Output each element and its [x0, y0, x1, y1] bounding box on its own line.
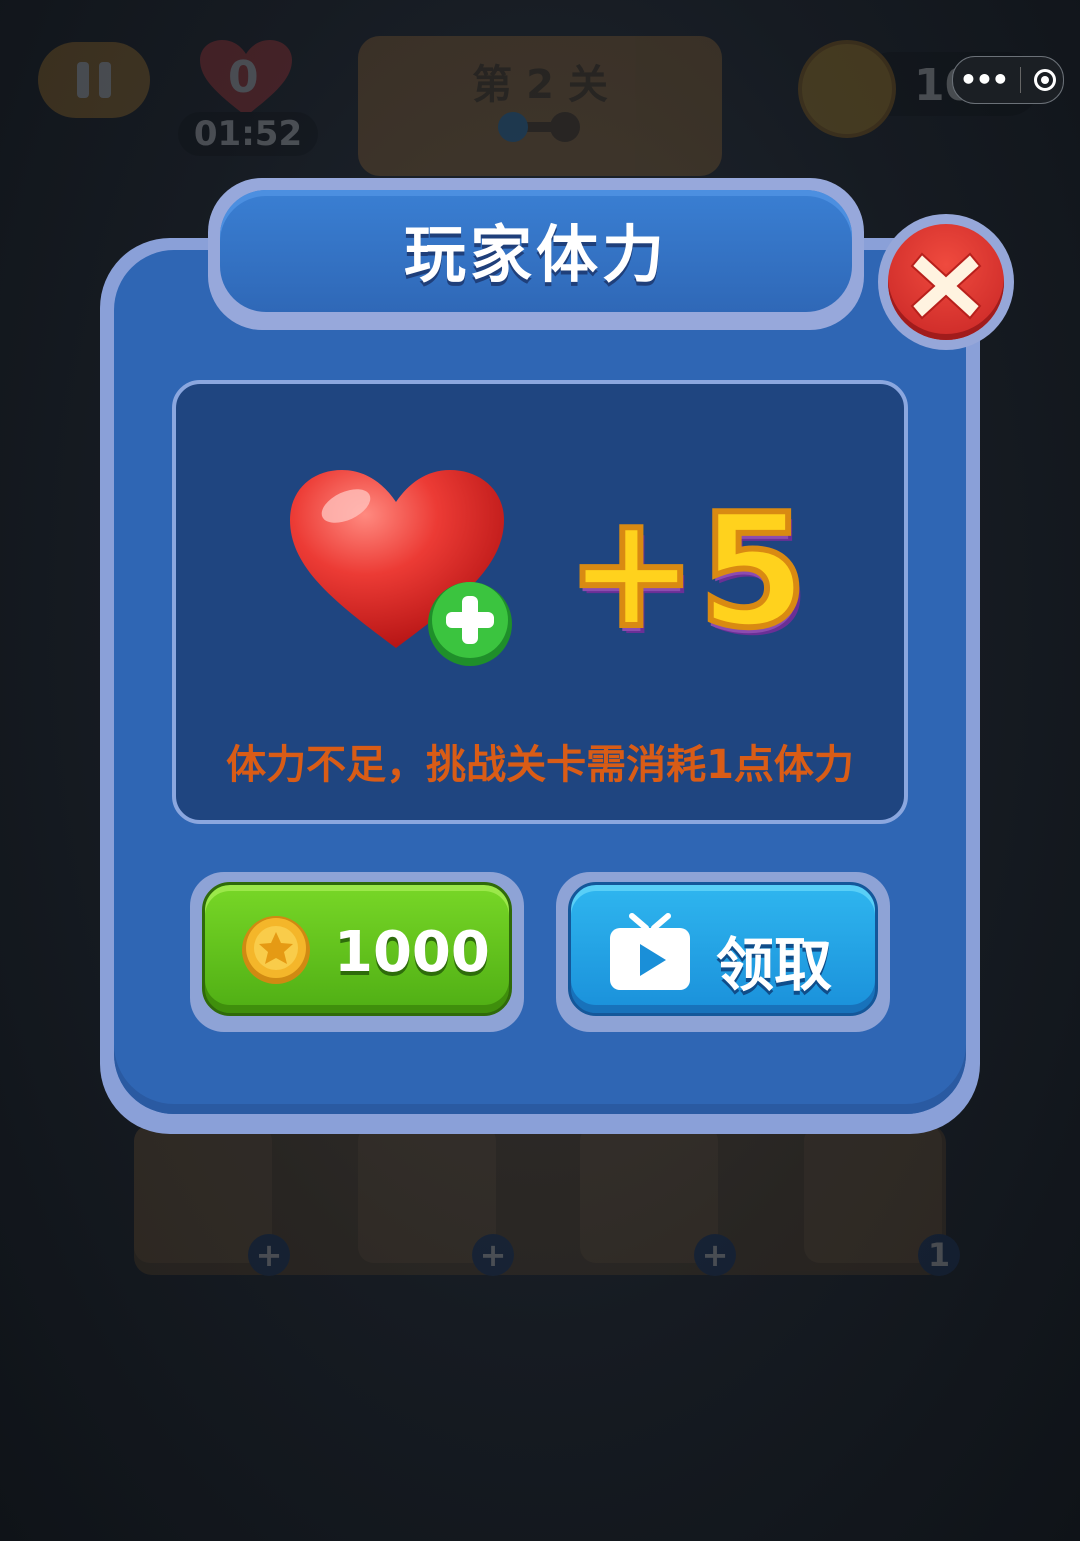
stamina-notice: 体力不足，挑战关卡需消耗1点体力	[226, 742, 854, 788]
dialog-title: 玩家体力	[403, 218, 668, 291]
dialog-title-bar: 玩家体力	[208, 178, 864, 330]
tv-video-icon	[610, 913, 690, 990]
level-title: 第 2 关	[472, 62, 608, 108]
add-tool-button[interactable]: +	[472, 1234, 514, 1276]
tool-count-badge: 1	[918, 1234, 960, 1276]
plus-badge-icon	[428, 582, 512, 666]
star-coin-icon	[242, 916, 310, 984]
level-progress-dot	[550, 112, 580, 142]
exit-icon[interactable]	[1034, 69, 1057, 91]
claim-label: 领取	[716, 931, 833, 999]
lives-count: 0	[228, 52, 259, 103]
heart-icon	[290, 470, 512, 666]
close-icon	[910, 252, 982, 320]
level-progress-dot	[498, 112, 528, 142]
pause-button[interactable]	[38, 42, 150, 118]
pause-icon	[77, 62, 89, 98]
lives-timer: 01:52	[178, 112, 318, 156]
close-button[interactable]	[878, 214, 1014, 350]
star-coin-icon	[798, 40, 896, 138]
add-tool-button[interactable]: +	[248, 1234, 290, 1276]
coin-price-label: 1000	[334, 920, 490, 985]
miniprogram-capsule: •••	[952, 56, 1064, 104]
more-icon[interactable]: •••	[960, 66, 1010, 94]
level-panel: 第 2 关	[358, 36, 722, 176]
add-tool-button[interactable]: +	[694, 1234, 736, 1276]
reward-amount: +5	[563, 477, 810, 665]
